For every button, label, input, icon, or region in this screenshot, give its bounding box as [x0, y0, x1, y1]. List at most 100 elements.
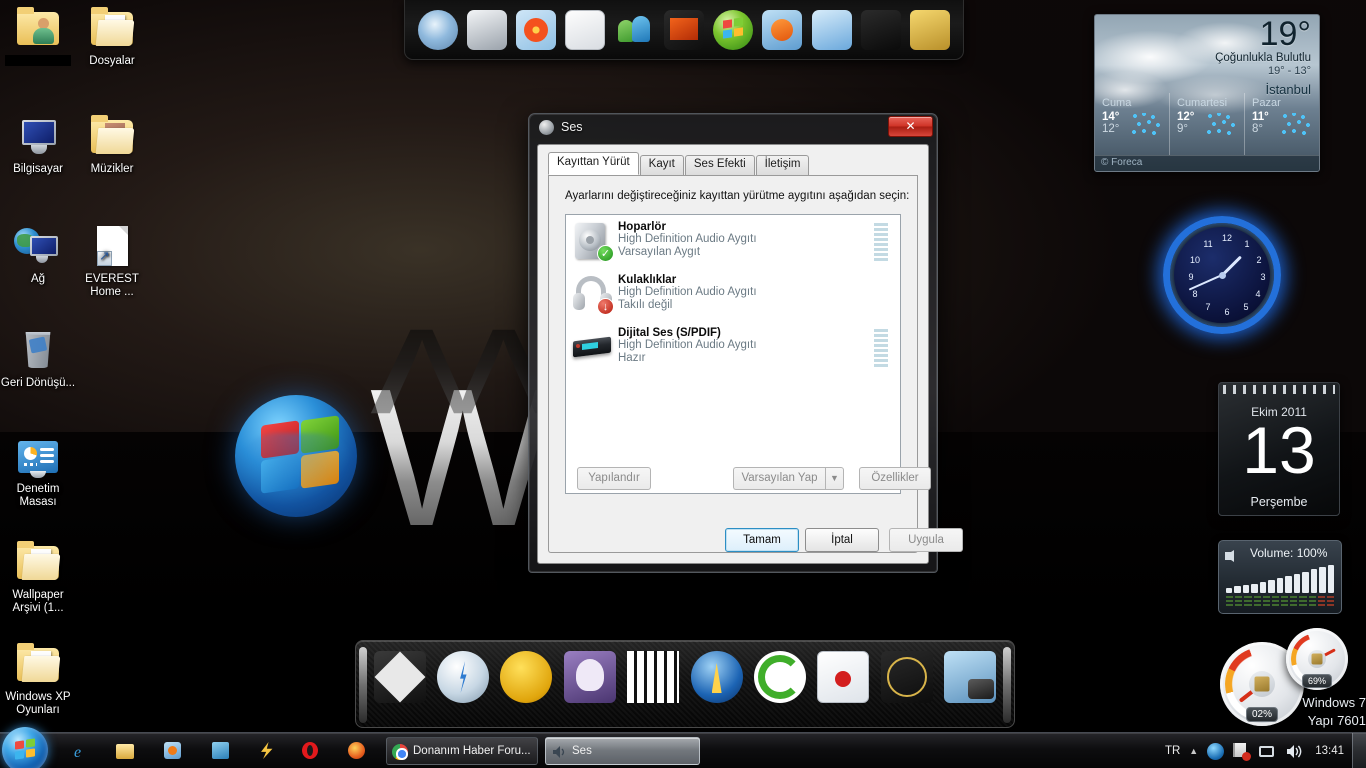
apply-button[interactable]: Uygula: [889, 528, 963, 552]
photo-gallery-icon[interactable]: [516, 9, 557, 50]
mail-icon[interactable]: [565, 9, 606, 50]
volume-equalizer-bars: [1226, 565, 1335, 593]
media-player-icon[interactable]: [762, 9, 803, 50]
device-driver: High Definition Audio Aygıtı: [618, 286, 757, 298]
top-dock[interactable]: [404, 0, 964, 60]
desktop-icon-recycle-bin[interactable]: Geri Dönüşü...: [0, 326, 76, 390]
opera-icon[interactable]: [302, 742, 320, 760]
tab-kayittan-yurut[interactable]: Kayıttan Yürüt: [548, 152, 639, 175]
start-button[interactable]: [2, 727, 48, 768]
desktop-icon-wallpaper-arsivi[interactable]: Wallpaper Arşivi (1...: [0, 538, 76, 615]
piano-icon[interactable]: [627, 651, 680, 703]
ram-chip-icon: [1311, 653, 1323, 665]
device-list-item[interactable]: ✓ Hoparlör High Definition Audio Aygıtı …: [566, 215, 900, 268]
volume-gadget[interactable]: Volume: 100%: [1218, 540, 1342, 614]
weather-high-low: 19° - 13°: [1267, 65, 1311, 77]
desktop-icon-windows-xp-oyunlari[interactable]: Windows XP Oyunları: [0, 640, 76, 717]
messenger-icon[interactable]: [615, 10, 655, 50]
control-panel-icon: [14, 432, 62, 480]
forecast-day: Pazar 11° 8°: [1244, 93, 1319, 155]
windows-logo-icon[interactable]: [713, 9, 754, 50]
media-center-icon[interactable]: [811, 9, 852, 50]
taskbar-window-chrome[interactable]: Donanım Haber Foru...: [386, 737, 538, 765]
tab-iletisim[interactable]: İletişim: [755, 155, 810, 175]
sync-icon[interactable]: [754, 651, 807, 703]
clock-face: 12 1 2 3 4 5 6 7 8 9 10 11: [1174, 227, 1270, 323]
system-tray[interactable]: TR ▲ 13:41: [1165, 733, 1344, 768]
sound-dialog[interactable]: Ses ✕ Kayıttan Yürüt Kayıt Ses Efekti İl…: [528, 113, 963, 573]
device-list-item[interactable]: Dijital Ses (S/PDIF) High Definition Aud…: [566, 321, 900, 374]
tshirt-icon[interactable]: [861, 9, 902, 50]
weather-gadget[interactable]: 19° Çoğunlukla Bulutlu 19° - 13° İstanbu…: [1094, 14, 1320, 172]
svg-text:e: e: [74, 744, 81, 760]
nexus-icon[interactable]: [373, 651, 426, 703]
aimp-icon[interactable]: [690, 651, 743, 703]
desktop-icon-ag[interactable]: Ağ: [0, 222, 76, 286]
media-player-icon[interactable]: [164, 742, 182, 760]
tray-language-indicator[interactable]: TR: [1165, 745, 1180, 757]
explorer-folder-icon[interactable]: [116, 742, 134, 760]
show-desktop-button[interactable]: [1352, 733, 1366, 768]
tab-kayit[interactable]: Kayıt: [639, 155, 684, 175]
set-default-button[interactable]: Varsayılan Yap: [733, 467, 825, 490]
taskbar[interactable]: e Donanım Haber Foru... Ses TR ▲ 13:41: [0, 727, 1366, 768]
speaker-icon: [1225, 547, 1247, 565]
internet-explorer-icon[interactable]: e: [72, 742, 90, 761]
device-list[interactable]: ✓ Hoparlör High Definition Audio Aygıtı …: [565, 214, 901, 494]
desktop-icon-everest[interactable]: EVEREST Home ...: [74, 222, 150, 299]
cancel-button[interactable]: İptal: [805, 528, 879, 552]
emoticon-headphones-icon[interactable]: [500, 651, 553, 703]
folder-documents-icon: [88, 4, 136, 52]
chevron-up-icon[interactable]: ▲: [1189, 746, 1198, 756]
close-icon[interactable]: ✕: [888, 116, 933, 137]
recycle-bin-icon: [14, 326, 62, 374]
desktop-icon-muzikler[interactable]: Müzikler: [74, 112, 150, 176]
defrag-icon[interactable]: [212, 742, 230, 760]
flag-alert-icon[interactable]: [1233, 742, 1252, 761]
rain-icon: [1131, 113, 1165, 139]
system-meter-gadget[interactable]: 02% 69% Windows 7 Yapı 7601: [1212, 622, 1366, 734]
chevron-down-icon[interactable]: ▼: [825, 467, 844, 490]
owl-icon[interactable]: [563, 651, 616, 703]
avast-icon[interactable]: [1207, 742, 1225, 760]
tab-ses-efekti[interactable]: Ses Efekti: [684, 155, 755, 175]
properties-button[interactable]: Özellikler: [859, 467, 931, 490]
disc-burner-icon[interactable]: [417, 9, 458, 50]
taskbar-window-ses[interactable]: Ses: [545, 737, 700, 765]
lightning-icon[interactable]: [437, 651, 490, 703]
dialog-titlebar[interactable]: Ses ✕: [529, 114, 937, 142]
calendar-gadget[interactable]: Ekim 2011 13 Perşembe: [1218, 382, 1340, 516]
device-name: Hoparlör: [618, 221, 666, 233]
device-list-item[interactable]: ↓ Kulaklıklar High Definition Audio Aygı…: [566, 268, 900, 321]
taskbar-window-label: Donanım Haber Foru...: [413, 745, 531, 757]
desktop-icon-user-folder[interactable]: [0, 4, 76, 70]
instruction-text: Ayarlarını değiştireceğiniz kayıttan yür…: [565, 190, 910, 202]
clock-gadget[interactable]: 12 1 2 3 4 5 6 7 8 9 10 11: [1163, 216, 1281, 334]
tools-icon[interactable]: [910, 9, 951, 50]
ok-button[interactable]: Tamam: [725, 528, 799, 552]
network-tray-icon[interactable]: [1259, 743, 1276, 760]
clock-number: 12: [1221, 233, 1232, 243]
dock-left-handle[interactable]: [359, 647, 367, 723]
mail-alert-icon[interactable]: [817, 651, 870, 703]
firefox-icon[interactable]: [348, 742, 366, 760]
volume-label: Volume: 100%: [1250, 546, 1328, 560]
lightning-icon[interactable]: [258, 742, 276, 760]
facebook-globe-icon[interactable]: [880, 651, 933, 703]
folder-icon: [14, 538, 62, 586]
dialog-tabs[interactable]: Kayıttan Yürüt Kayıt Ses Efekti İletişim: [548, 152, 918, 176]
volume-meter: [874, 223, 888, 263]
bottom-dock[interactable]: [355, 640, 1015, 728]
dock-right-handle[interactable]: [1003, 647, 1011, 723]
desktop-icon-bilgisayar[interactable]: Bilgisayar: [0, 112, 76, 176]
movie-maker-icon[interactable]: [663, 9, 704, 50]
camera-photo-icon[interactable]: [944, 651, 997, 703]
configure-button[interactable]: Yapılandır: [577, 467, 651, 490]
fax-scan-icon[interactable]: [466, 9, 507, 50]
desktop-icon-denetim-masasi[interactable]: Denetim Masası: [0, 432, 76, 509]
tray-clock[interactable]: 13:41: [1315, 745, 1344, 757]
desktop-icon-dosyalar[interactable]: Dosyalar: [74, 4, 150, 68]
desktop-icon-label: Windows XP Oyunları: [5, 691, 71, 716]
ram-gauge[interactable]: 69%: [1286, 628, 1348, 690]
volume-tray-icon[interactable]: [1285, 743, 1302, 760]
